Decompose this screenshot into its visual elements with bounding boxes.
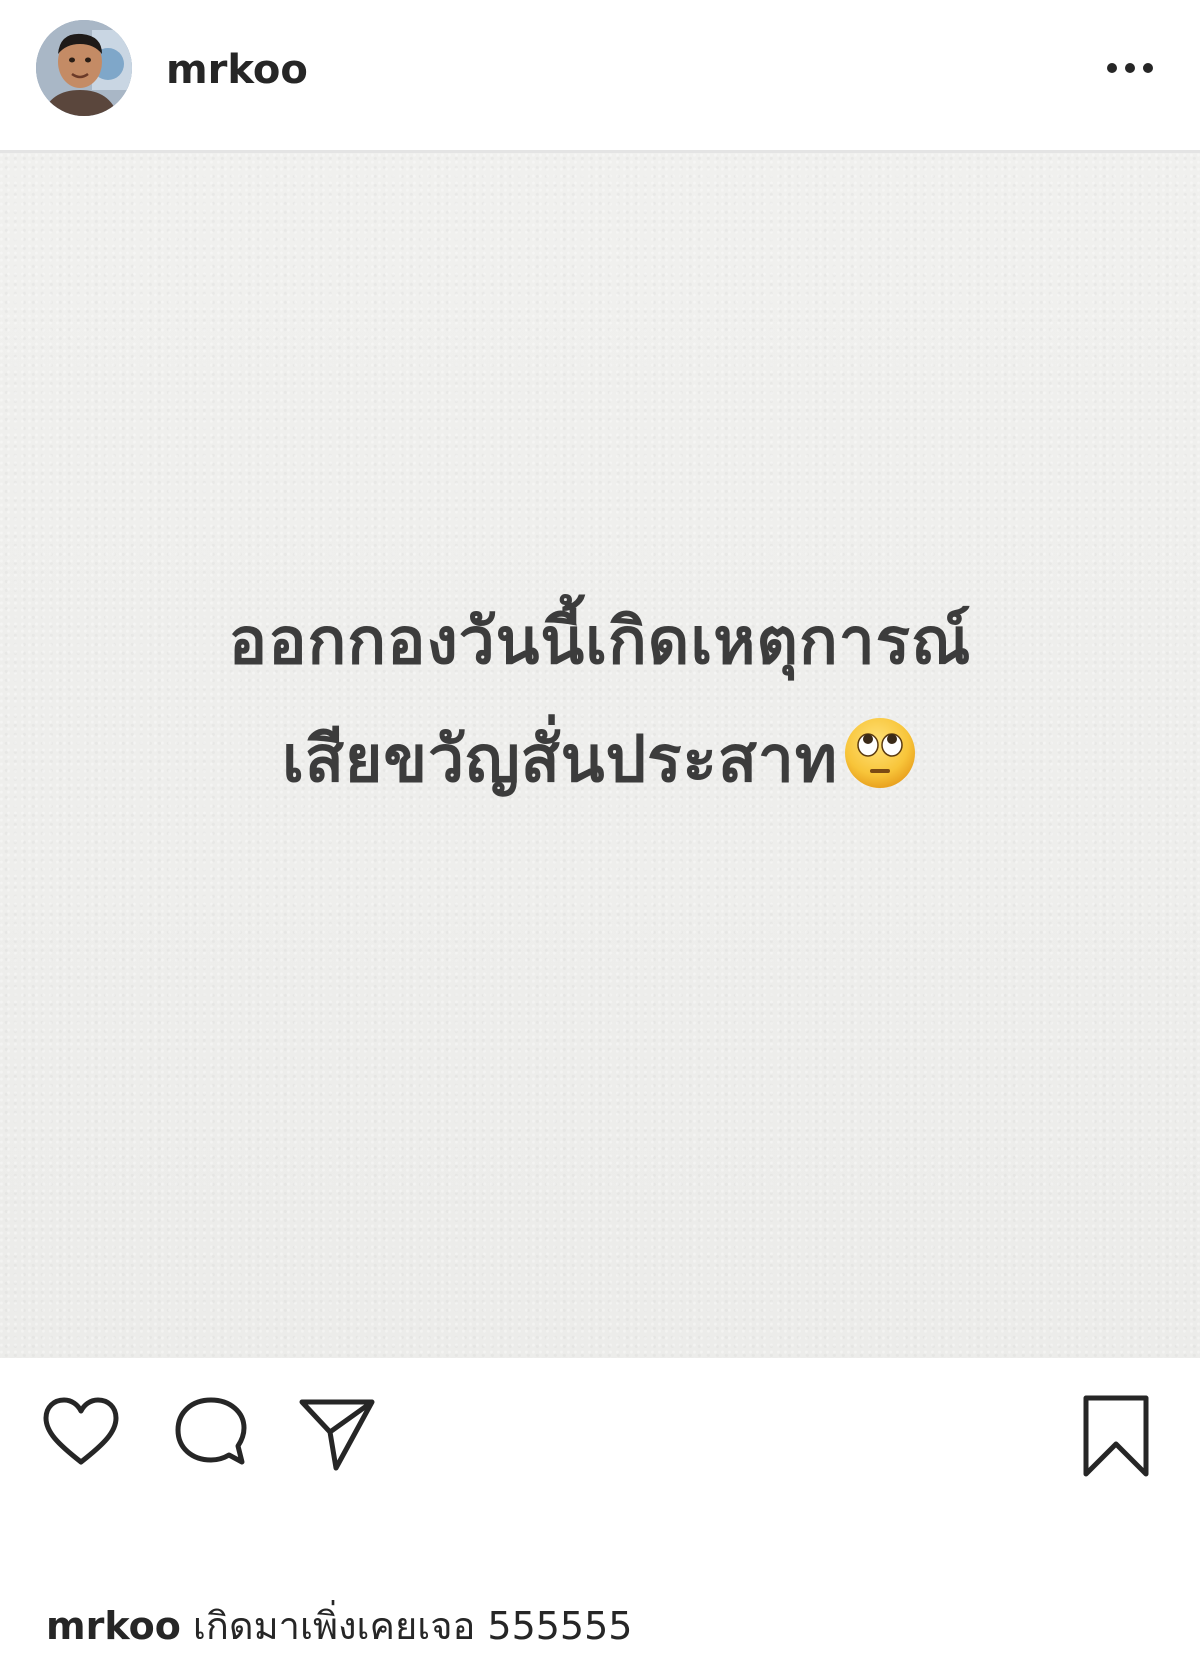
save-button[interactable] [1080, 1394, 1152, 1480]
image-text-line-2: เสียขวัญสั่นประสาท [0, 701, 1200, 819]
post-username[interactable]: mrkoo [166, 42, 308, 98]
more-options-button[interactable] [1090, 50, 1162, 86]
avatar[interactable] [36, 20, 132, 116]
image-text-line-2-text: เสียขวัญสั่นประสาท [281, 723, 839, 797]
comment-icon [175, 1397, 247, 1465]
post-header: mrkoo [0, 0, 1200, 150]
send-icon [299, 1399, 375, 1471]
post-caption: mrkoo เกิดมาเพิ่งเคยเจอ 555555 [46, 1598, 632, 1654]
comment-button[interactable] [172, 1394, 250, 1472]
action-bar [0, 1358, 1200, 1498]
rolling-eyes-emoji-icon [845, 718, 916, 788]
like-button[interactable] [40, 1394, 122, 1470]
post-image-text: ออกกองวันนี้เกิดเหตุการณ์ เสียขวัญสั่นปร… [0, 583, 1200, 819]
more-options-icon [1107, 63, 1153, 73]
post-image[interactable]: ออกกองวันนี้เกิดเหตุการณ์ เสียขวัญสั่นปร… [0, 153, 1200, 1358]
caption-text: เกิดมาเพิ่งเคยเจอ 555555 [192, 1604, 633, 1648]
heart-icon [43, 1397, 119, 1465]
share-button[interactable] [296, 1394, 378, 1474]
bookmark-icon [1083, 1395, 1149, 1477]
caption-username[interactable]: mrkoo [46, 1604, 181, 1648]
image-text-line-1: ออกกองวันนี้เกิดเหตุการณ์ [228, 605, 972, 679]
